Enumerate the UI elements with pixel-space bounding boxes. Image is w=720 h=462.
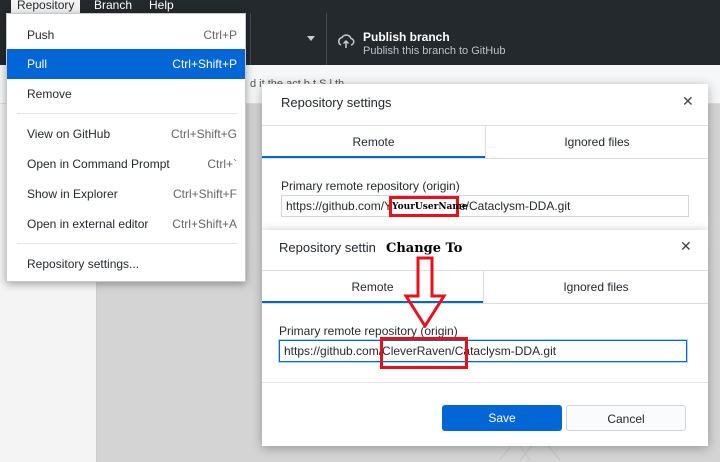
- menu-separator: [17, 113, 237, 114]
- menu-item-pull[interactable]: Pull Ctrl+Shift+P: [7, 49, 245, 79]
- menu-item-shortcut: Ctrl+Shift+A: [172, 217, 237, 231]
- repository-settings-dialog-after: Repository settings ✕ Remote Ignored fil…: [262, 230, 708, 446]
- repository-settings-dialog-before: Repository settings ✕ Remote Ignored fil…: [262, 84, 708, 230]
- placeholder-username-label: YourUserName: [392, 202, 468, 212]
- menu-item-label: View on GitHub: [27, 127, 111, 141]
- menu-item-shortcut: Ctrl+P: [203, 28, 237, 42]
- tab-remote[interactable]: Remote: [262, 126, 485, 158]
- cancel-button[interactable]: Cancel: [566, 405, 686, 431]
- remote-url-field[interactable]: https://github.com/CleverRaven/Cataclysm…: [279, 340, 687, 362]
- menu-item-open-command-prompt[interactable]: Open in Command Prompt Ctrl+`: [7, 149, 245, 179]
- menu-item-shortcut: Ctrl+Shift+F: [172, 187, 237, 201]
- menu-item-remove[interactable]: Remove: [7, 79, 245, 109]
- publish-branch-subtitle: Publish this branch to GitHub: [363, 45, 506, 57]
- menu-item-label: Push: [27, 28, 55, 42]
- menu-item-shortcut: Ctrl+`: [207, 157, 237, 171]
- toolbar-divider: [250, 13, 251, 65]
- remote-url-field[interactable]: https://github.com/YourUserName/Cataclys…: [281, 195, 689, 217]
- save-button[interactable]: Save: [442, 405, 562, 431]
- menu-item-shortcut: Ctrl+Shift+G: [170, 127, 237, 141]
- menu-item-label: Open in external editor: [27, 217, 149, 231]
- menu-repository[interactable]: Repository: [11, 0, 81, 13]
- highlight-box-cleverraven: [380, 337, 468, 369]
- dialog-title: Repository settings: [281, 95, 392, 110]
- cloud-upload-icon: [338, 34, 355, 48]
- menu-item-label: Open in Command Prompt: [27, 157, 170, 171]
- menu-item-shortcut: Ctrl+Shift+P: [172, 57, 237, 71]
- publish-branch-title[interactable]: Publish branch: [363, 30, 450, 44]
- menu-item-label: Remove: [27, 87, 72, 101]
- menu-separator: [17, 243, 237, 244]
- repository-menu: Push Ctrl+P Pull Ctrl+Shift+P Remove Vie…: [6, 13, 246, 282]
- menu-item-show-in-explorer[interactable]: Show in Explorer Ctrl+Shift+F: [7, 179, 245, 209]
- menu-item-push[interactable]: Push Ctrl+P: [7, 20, 245, 50]
- menu-item-repository-settings[interactable]: Repository settings...: [7, 249, 245, 279]
- dialog-title: Repository settings: [279, 240, 390, 255]
- close-icon[interactable]: ✕: [680, 238, 692, 255]
- menu-help[interactable]: Help: [143, 0, 180, 13]
- remote-field-label: Primary remote repository (origin): [281, 179, 460, 193]
- menu-item-view-on-github[interactable]: View on GitHub Ctrl+Shift+G: [7, 119, 245, 149]
- tab-ignored-files[interactable]: Ignored files: [486, 126, 708, 158]
- menu-item-label: Pull: [27, 57, 48, 71]
- dialog-tabs: Remote Ignored files: [262, 270, 708, 304]
- down-arrow-icon: [403, 256, 447, 328]
- close-icon[interactable]: ✕: [682, 93, 694, 110]
- menu-bar: Repository Branch Help: [0, 0, 720, 13]
- dialog-footer-divider: [262, 382, 708, 383]
- dialog-tabs: Remote Ignored files: [262, 125, 708, 159]
- menu-branch[interactable]: Branch: [88, 0, 138, 13]
- branch-dropdown-caret-icon[interactable]: [307, 36, 315, 41]
- menu-item-open-external-editor[interactable]: Open in external editor Ctrl+Shift+A: [7, 209, 245, 239]
- menu-item-label: Show in Explorer: [27, 187, 118, 201]
- toolbar-divider: [326, 13, 327, 65]
- tab-ignored-files[interactable]: Ignored files: [484, 271, 708, 303]
- menu-item-label: Repository settings...: [27, 257, 140, 271]
